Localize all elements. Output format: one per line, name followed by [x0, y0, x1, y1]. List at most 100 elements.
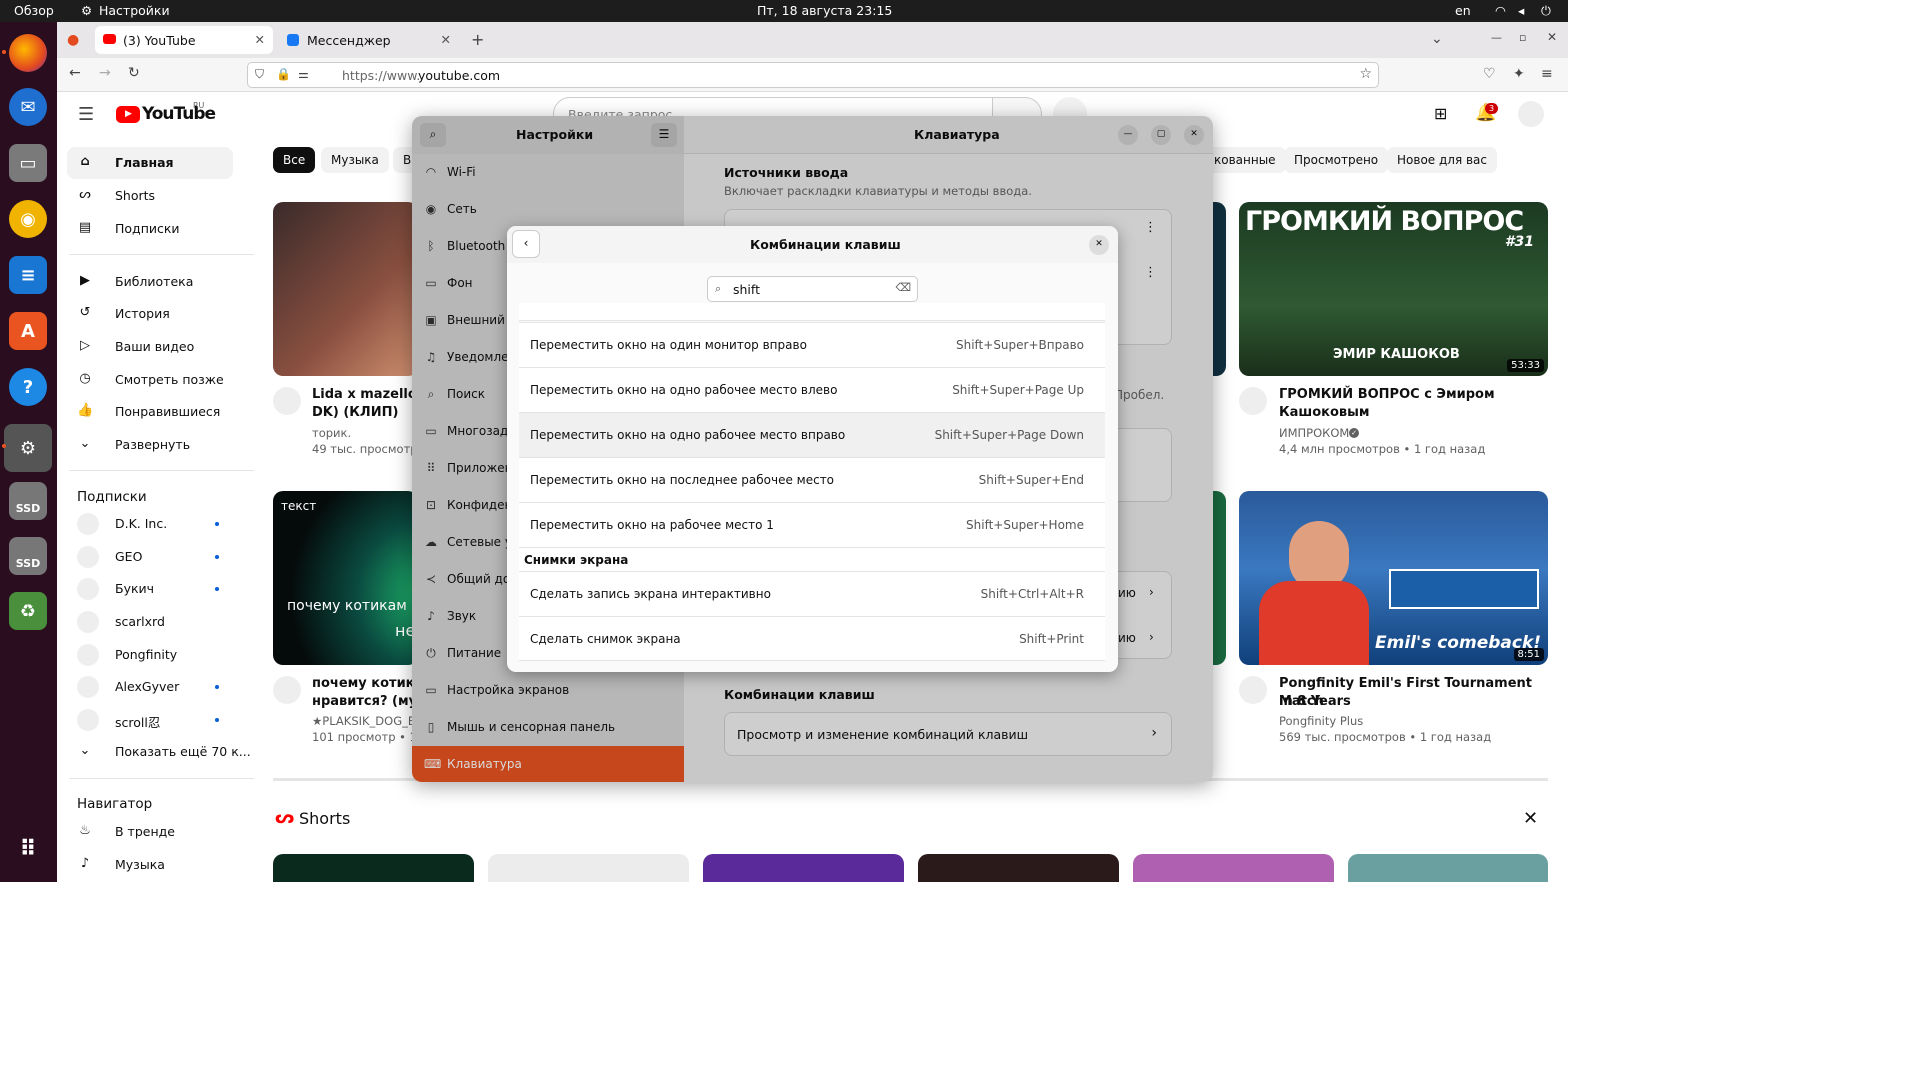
sidebar-item-shorts[interactable]: ᔕ Shorts: [67, 180, 233, 212]
shortcut-row[interactable]: Переместить окно на рабочее место 1 Shift…: [519, 502, 1105, 547]
short-thumbnail[interactable]: [1348, 854, 1548, 882]
sidebar-sub-pongfinity[interactable]: Pongfinity: [67, 639, 233, 671]
files-icon[interactable]: ▭: [9, 144, 47, 182]
short-thumbnail[interactable]: [1133, 854, 1334, 882]
channel-avatar[interactable]: [273, 676, 301, 704]
shield-icon[interactable]: ⛉: [255, 67, 264, 82]
bookmark-star-icon[interactable]: ☆: [1359, 66, 1372, 82]
sidebar-item-library[interactable]: ▶ Библиотека: [67, 266, 233, 298]
extensions-icon[interactable]: ✦: [1513, 66, 1525, 82]
video-thumbnail[interactable]: [1213, 202, 1226, 376]
writer-icon[interactable]: ≡: [9, 256, 47, 294]
short-thumbnail[interactable]: [488, 854, 689, 882]
video-title-line2[interactable]: in 8 Years: [1279, 693, 1351, 711]
shortcut-row[interactable]: Переместить окно на одно рабочее место в…: [519, 367, 1105, 412]
sidebar-item-music[interactable]: ♪ Музыка: [67, 849, 233, 881]
search-input[interactable]: ⌕ shift ⌫: [707, 276, 918, 302]
sidebar-item-watch-later[interactable]: ◷ Смотреть позже: [67, 364, 233, 396]
video-thumbnail[interactable]: Emil's comeback! 8:51: [1239, 491, 1548, 665]
minimize-icon[interactable]: —: [1491, 31, 1502, 44]
video-title-line2[interactable]: Кашоковым: [1279, 404, 1370, 422]
video-thumbnail[interactable]: текст почему котикам не: [273, 491, 418, 665]
video-thumbnail[interactable]: [273, 202, 418, 376]
sidebar-item-expand[interactable]: ⌄ Развернуть: [67, 429, 233, 461]
sidebar-show-more[interactable]: ⌄ Показать ещё 70 к...: [67, 736, 251, 768]
tab-messenger[interactable]: Мессенджер ✕: [279, 26, 459, 54]
help-icon[interactable]: ?: [9, 368, 47, 406]
short-thumbnail[interactable]: [703, 854, 904, 882]
clock[interactable]: Пт, 18 августа 23:15: [757, 3, 892, 18]
sidebar-item-history[interactable]: ↺ История: [67, 298, 233, 330]
url-bar[interactable]: ⛉ 🔒 ⚌ https://www. youtube.com ☆: [247, 62, 1379, 88]
firefox-view-icon[interactable]: ●: [67, 32, 79, 48]
create-video-icon[interactable]: ⊞: [1434, 104, 1447, 123]
short-thumbnail[interactable]: [273, 854, 474, 882]
sidebar-sub-dkinc[interactable]: D.K. Inc.: [67, 508, 233, 540]
channel-avatar[interactable]: [1239, 676, 1267, 704]
close-icon[interactable]: ✕: [1089, 235, 1109, 255]
trash-icon[interactable]: ♻: [9, 592, 47, 630]
video-channel[interactable]: торик.: [312, 425, 351, 441]
sidebar-sub-geo[interactable]: GEO: [67, 541, 233, 573]
chip-watched[interactable]: Просмотрено: [1284, 147, 1389, 173]
video-thumbnail[interactable]: ГРОМКИЙ ВОПРОС #31 ЭМИР КАШОКОВ 53:33: [1239, 202, 1548, 376]
video-title[interactable]: ГРОМКИЙ ВОПРОС с Эмиром: [1279, 386, 1495, 404]
sidebar-item-your-videos[interactable]: ▷ Ваши видео: [67, 331, 233, 363]
app-center-icon[interactable]: A: [9, 312, 47, 350]
new-tab-icon[interactable]: +: [471, 30, 484, 49]
clear-icon[interactable]: ⌫: [895, 281, 911, 294]
close-tab-icon[interactable]: ✕: [441, 32, 451, 47]
back-icon[interactable]: ←: [69, 65, 81, 81]
firefox-icon[interactable]: [9, 34, 47, 72]
sidebar-sub-scarlxrd[interactable]: scarlxrd: [67, 606, 233, 638]
shortcut-row[interactable]: Переместить окно на одно рабочее место в…: [519, 412, 1105, 457]
language-indicator[interactable]: en: [1455, 3, 1471, 18]
close-window-icon[interactable]: ✕: [1547, 30, 1557, 44]
power-icon[interactable]: ⏻: [1541, 3, 1551, 19]
chip-all[interactable]: Все: [273, 147, 316, 173]
ssd-drive-icon[interactable]: SSD: [9, 537, 47, 575]
sidebar-item-trending[interactable]: ♨ В тренде: [67, 816, 233, 848]
thunderbird-icon[interactable]: ✉: [9, 88, 47, 126]
video-channel[interactable]: Pongfinity Plus: [1279, 713, 1363, 729]
reload-icon[interactable]: ↻: [128, 65, 140, 81]
shortcut-row[interactable]: Переместить окно на последнее рабочее ме…: [519, 457, 1105, 502]
video-thumbnail[interactable]: [1213, 491, 1226, 665]
app-grid-icon[interactable]: ⠿: [9, 830, 47, 868]
volume-icon[interactable]: ◂: [1518, 3, 1524, 18]
avatar[interactable]: [1518, 101, 1544, 127]
short-thumbnail[interactable]: [918, 854, 1119, 882]
chip-new-for-you[interactable]: Новое для вас: [1387, 147, 1497, 173]
channel-avatar[interactable]: [1239, 387, 1267, 415]
rhythmbox-icon[interactable]: ◉: [9, 200, 47, 238]
sidebar-sub-scroll[interactable]: scroll忍: [67, 704, 233, 736]
close-icon[interactable]: ✕: [1523, 808, 1538, 829]
tab-list-icon[interactable]: ⌄: [1431, 31, 1443, 47]
shortcut-row[interactable]: Сделать запись экрана интерактивно Shift+…: [519, 571, 1105, 616]
sidebar-sub-alexgyver[interactable]: AlexGyver: [67, 671, 233, 703]
shortcut-row[interactable]: Переместить окно на один монитор вправо S…: [519, 322, 1105, 367]
video-channel[interactable]: ★PLAKSIK_DOG_BA: [312, 713, 424, 729]
sidebar-sub-bukich[interactable]: Букич: [67, 573, 233, 605]
sidebar-item-subscriptions[interactable]: ▤ Подписки: [67, 213, 233, 245]
video-channel[interactable]: ИМПРОКОМ: [1279, 425, 1349, 441]
settings-icon[interactable]: ⚙: [4, 424, 52, 472]
activities-button[interactable]: Обзор: [14, 3, 54, 18]
menu-icon[interactable]: ≡: [1541, 66, 1553, 82]
permissions-icon[interactable]: ⚌: [298, 67, 309, 81]
close-tab-icon[interactable]: ✕: [255, 32, 265, 47]
channel-avatar[interactable]: [273, 387, 301, 415]
shortcut-row[interactable]: Сделать снимок экрана Shift+Print: [519, 616, 1105, 661]
sidebar-item-home[interactable]: ⌂ Главная: [67, 147, 233, 179]
pocket-icon[interactable]: ♡: [1483, 66, 1496, 82]
sidebar-item-liked[interactable]: 👍 Понравившиеся: [67, 396, 233, 428]
restore-icon[interactable]: ▫: [1519, 31, 1526, 44]
wifi-icon[interactable]: ◠: [1495, 3, 1506, 18]
back-chevron-icon[interactable]: ‹: [512, 230, 540, 258]
ssd-drive-icon[interactable]: SSD: [9, 482, 47, 520]
video-title-line2[interactable]: DK) (КЛИП): [312, 404, 398, 422]
tab-youtube[interactable]: (3) YouTube ✕: [95, 26, 273, 54]
active-app-label[interactable]: Настройки: [99, 3, 170, 18]
forward-icon[interactable]: →: [99, 65, 111, 81]
chip-music[interactable]: Музыка: [321, 147, 389, 173]
